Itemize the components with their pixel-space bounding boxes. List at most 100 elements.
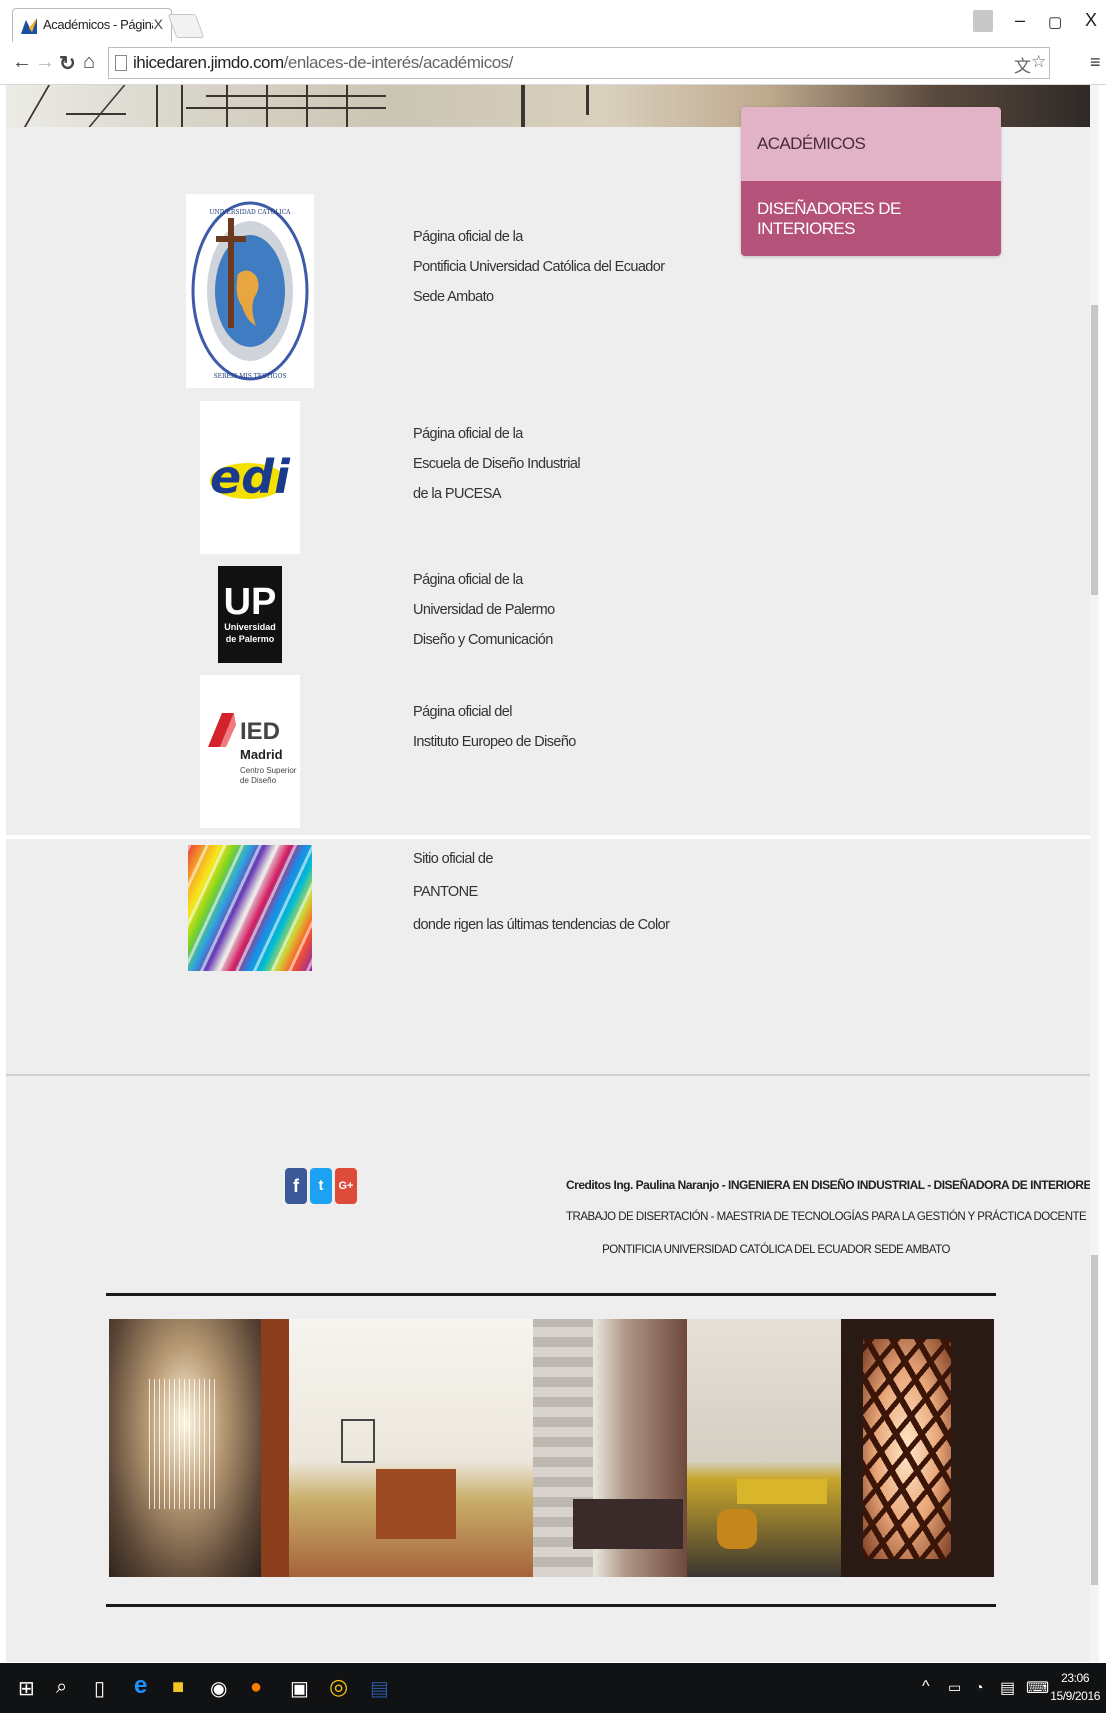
vertical-scrollbar[interactable] [1090, 85, 1099, 1662]
desc-line: Página oficial de la [413, 229, 523, 245]
desc-line[interactable]: Instituto Europeo de Diseño [413, 727, 576, 757]
scrollbar-thumb[interactable] [1091, 1255, 1098, 1585]
firefox-icon[interactable]: ● [250, 1676, 262, 1699]
desc-line[interactable]: Escuela de Diseño Industrial [413, 449, 581, 479]
task-view-icon[interactable]: ▯ [94, 1676, 105, 1701]
submenu-dropdown: ACADÉMICOS DISEÑADORES DE INTERIORES [741, 107, 1001, 256]
forward-arrow-icon[interactable]: → [35, 51, 55, 74]
ied-description: Página oficial del Instituto Europeo de … [413, 697, 576, 757]
pantone-description: Sitio oficial de PANTONE donde rigen las… [413, 843, 670, 942]
ied-logo-link[interactable]: IED Madrid Centro Superior de Diseño [200, 675, 300, 828]
pucesa-seal-icon: UNIVERSIDAD CATÓLICA SERÉIS MIS TESTIGOS [191, 201, 309, 381]
tray-chevron-icon[interactable]: ^ [922, 1678, 930, 1696]
page-icon [115, 55, 127, 71]
footer-rule-top [106, 1293, 996, 1296]
gallery-photo-chandelier [109, 1319, 261, 1577]
keyboard-icon[interactable]: ⌨ [1026, 1678, 1049, 1698]
address-toolbar: ← → ↻ ⌂ ihicedaren.jimdo.com/enlaces-de-… [0, 42, 1106, 85]
tab-title: Académicos - Página web [43, 17, 153, 32]
desc-line[interactable]: PANTONE [413, 876, 669, 909]
credits-line-3: PONTIFICIA UNIVERSIDAD CATÓLICA DEL ECUA… [602, 1244, 950, 1256]
hp-icon[interactable]: ◉ [210, 1676, 227, 1701]
interior-photo-gallery [109, 1319, 994, 1577]
desc-line: Página oficial de la [413, 426, 523, 442]
tab-close-icon[interactable]: X [154, 16, 163, 32]
gallery-photo-office [261, 1319, 533, 1577]
windows-start-icon[interactable]: ⊞ [18, 1676, 35, 1701]
bookmark-star-icon[interactable]: ☆ [1031, 52, 1046, 72]
minimize-button[interactable]: – [1015, 10, 1025, 31]
word-icon[interactable]: ▤ [370, 1676, 389, 1701]
facebook-icon[interactable]: f [285, 1168, 307, 1204]
reload-icon[interactable]: ↻ [59, 51, 76, 76]
address-bar[interactable]: ihicedaren.jimdo.com/enlaces-de-interés/… [108, 47, 1050, 79]
page-viewport: ACADÉMICOS DISEÑADORES DE INTERIORES UNI… [6, 85, 1099, 1662]
edi-description: Página oficial de la Escuela de Diseño I… [413, 419, 581, 509]
credits-line-1: Creditos Ing. Paulina Naranjo - INGENIER… [566, 1178, 1099, 1192]
desc-line: Sitio oficial de [413, 851, 493, 867]
desc-line: Página oficial de la [413, 572, 523, 588]
pantone-image-link[interactable] [188, 845, 312, 971]
home-icon[interactable]: ⌂ [83, 51, 95, 74]
search-icon[interactable]: ⌕ [56, 1676, 67, 1699]
desc-line[interactable]: Pontificia Universidad Católica del Ecua… [413, 252, 665, 282]
submenu-item-disenadores[interactable]: DISEÑADORES DE INTERIORES [741, 181, 1001, 256]
gallery-photo-bedroom [687, 1319, 841, 1577]
up-logo-link[interactable]: UP Universidad de Palermo [218, 566, 282, 663]
svg-text:edi: edi [210, 450, 291, 504]
footer-divider [6, 1074, 1099, 1076]
file-explorer-icon[interactable]: ■ [172, 1676, 184, 1699]
gallery-photo-living [533, 1319, 687, 1577]
scrollbar-thumb[interactable] [1091, 305, 1098, 595]
svg-text:Madrid: Madrid [240, 747, 283, 762]
jimdo-favicon-icon [21, 18, 37, 34]
edi-logo-icon: edi [210, 450, 291, 504]
battery-icon[interactable]: ▭ [948, 1679, 961, 1696]
credits-line-2: TRABAJO DE DISERTACIÓN - MAESTRIA DE TEC… [566, 1211, 1087, 1223]
wifi-icon[interactable]: ◔ [975, 1679, 983, 1695]
notification-icon[interactable]: ▤ [1000, 1678, 1015, 1698]
svg-text:Universidad: Universidad [224, 622, 276, 632]
user-profile-icon[interactable] [973, 10, 993, 32]
desc-line: Diseño y Comunicación [413, 632, 553, 648]
edi-logo-link[interactable]: edi [200, 401, 300, 554]
twitter-icon[interactable]: t [310, 1168, 332, 1204]
footer-rule-bottom [106, 1604, 996, 1607]
clock-time: 23:06 [1061, 1671, 1090, 1685]
svg-text:IED: IED [240, 718, 280, 745]
translate-icon[interactable]: 文 [1014, 52, 1031, 77]
swatch-stripes [188, 845, 312, 971]
svg-text:de Palermo: de Palermo [226, 634, 275, 644]
browser-tab[interactable]: Académicos - Página web X [12, 8, 172, 43]
back-arrow-icon[interactable]: ← [12, 51, 32, 74]
desc-line: Página oficial del [413, 704, 512, 720]
up-description: Página oficial de la Universidad de Pale… [413, 565, 555, 655]
close-window-button[interactable]: X [1085, 10, 1097, 31]
submenu-item-academicos[interactable]: ACADÉMICOS [741, 107, 1001, 181]
pucesa-seal-text: UNIVERSIDAD CATÓLICA [209, 208, 291, 216]
edge-browser-icon[interactable]: e [134, 1672, 147, 1700]
chrome-icon[interactable]: ◎ [329, 1674, 348, 1700]
new-tab-button[interactable] [167, 14, 205, 38]
desc-line: Sede Ambato [413, 289, 494, 305]
windows-taskbar: ⊞ ⌕ ▯ e ■ ◉ ● ▣ ◎ ▤ ^ ▭ ◔ ▤ ⌨ 23:06 15/9… [0, 1663, 1106, 1713]
pucesa-logo-link[interactable]: UNIVERSIDAD CATÓLICA SERÉIS MIS TESTIGOS [186, 194, 314, 388]
pucesa-description: Página oficial de la Pontificia Universi… [413, 222, 665, 312]
svg-text:de Diseño: de Diseño [240, 776, 277, 785]
pucesa-motto-text: SERÉIS MIS TESTIGOS [214, 372, 287, 380]
desc-line: donde rigen las últimas tendencias de Co… [413, 917, 670, 933]
clock[interactable]: 23:06 15/9/2016 [1050, 1669, 1100, 1705]
up-logo-icon: UP Universidad de Palermo [224, 581, 277, 644]
section-divider [6, 835, 1099, 839]
desc-line: de la PUCESA [413, 486, 502, 502]
browser-tabbar: Académicos - Página web X – ▢ X [0, 0, 1106, 43]
svg-text:Centro Superior: Centro Superior [240, 766, 297, 775]
menu-icon[interactable]: ≡ [1090, 52, 1101, 73]
ied-logo-icon: IED Madrid Centro Superior de Diseño [208, 713, 297, 785]
desc-line[interactable]: Universidad de Palermo [413, 595, 555, 625]
google-plus-icon[interactable]: G+ [335, 1168, 357, 1204]
clock-date: 15/9/2016 [1050, 1689, 1100, 1703]
store-icon[interactable]: ▣ [290, 1676, 309, 1701]
url-text: ihicedaren.jimdo.com/enlaces-de-interés/… [133, 53, 513, 72]
maximize-button[interactable]: ▢ [1048, 13, 1062, 31]
